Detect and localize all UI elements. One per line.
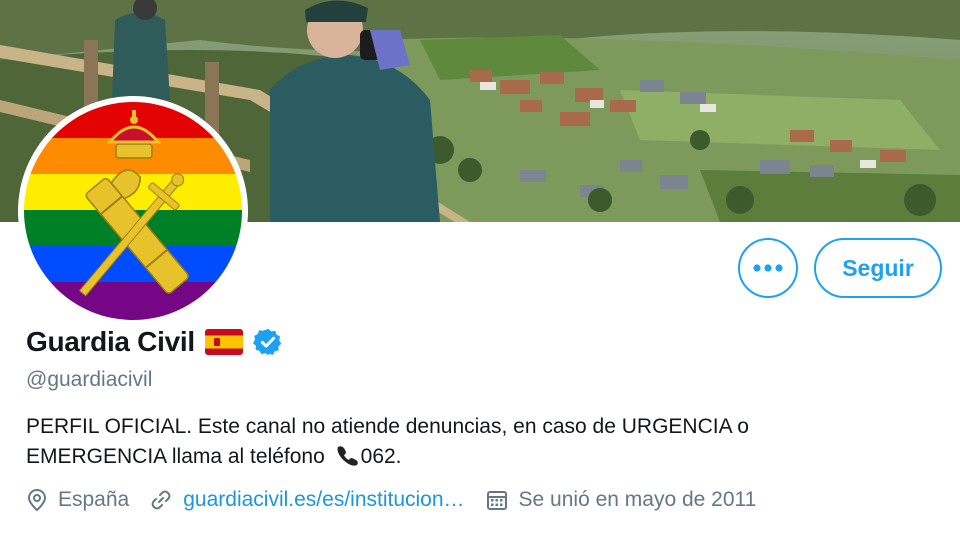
- bio-line-2: EMERGENCIA llama al teléfono 062.: [26, 442, 926, 472]
- spain-flag-icon: [204, 329, 243, 355]
- bio-phone-number: 062.: [360, 445, 402, 468]
- guardia-civil-rainbow-emblem: [24, 102, 242, 320]
- website-item: guardiacivil.es/es/institucion…: [149, 488, 465, 512]
- follow-button[interactable]: Seguir: [814, 238, 942, 298]
- location-text: España: [58, 488, 130, 511]
- profile-avatar[interactable]: [18, 96, 248, 326]
- link-icon: [151, 490, 171, 510]
- profile-bio: PERFIL OFICIAL. Este canal no atiende de…: [26, 412, 926, 472]
- bio-line-1: PERFIL OFICIAL. Este canal no atiende de…: [26, 415, 749, 438]
- profile-actions: Seguir: [738, 238, 942, 298]
- location-item: España: [26, 488, 129, 512]
- profile-name: Guardia Civil: [26, 326, 195, 357]
- profile-meta: España guardiacivil.es/es/institucion… S…: [26, 488, 776, 512]
- calendar-icon: [486, 491, 507, 510]
- more-dots-icon: [753, 264, 783, 272]
- joined-item: Se unió en mayo de 2011: [485, 488, 757, 512]
- profile-name-row: Guardia Civil: [26, 326, 283, 358]
- verified-badge-icon: [252, 328, 282, 356]
- location-pin-icon: [27, 488, 47, 512]
- more-options-button[interactable]: [738, 238, 798, 298]
- telephone-receiver-icon: [337, 446, 358, 466]
- profile-handle: @guardiacivil: [26, 368, 153, 391]
- website-link[interactable]: guardiacivil.es/es/institucion…: [183, 488, 464, 512]
- joined-text: Se unió en mayo de 2011: [518, 488, 757, 511]
- bio-line-2-text: EMERGENCIA llama al teléfono: [26, 445, 325, 468]
